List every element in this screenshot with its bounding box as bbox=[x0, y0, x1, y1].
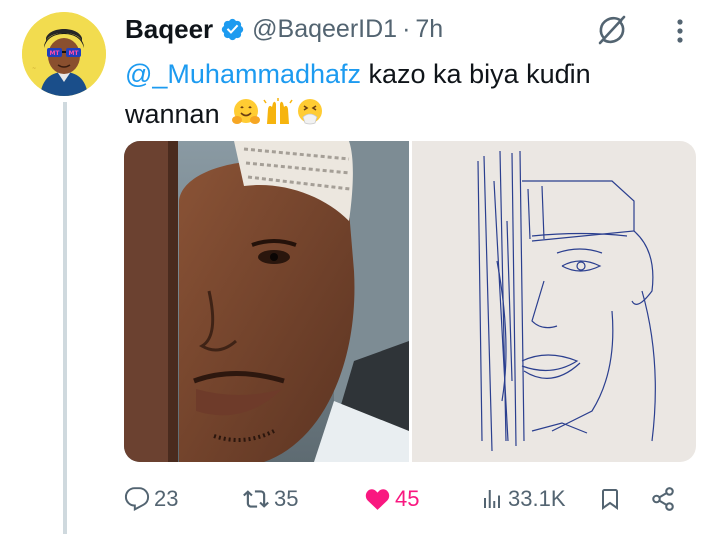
photo-sketch[interactable] bbox=[411, 141, 696, 462]
more-icon[interactable] bbox=[670, 16, 690, 46]
avatar[interactable]: MT MT ~ bbox=[22, 12, 106, 96]
action-bar: 23 35 45 33.1K bbox=[124, 483, 694, 515]
media-grid bbox=[124, 141, 696, 462]
views-button[interactable]: 33.1K bbox=[480, 483, 566, 515]
hugging-face-emoji-icon bbox=[232, 99, 261, 124]
mention-link[interactable]: @_Muhammadhafz bbox=[125, 59, 361, 89]
repost-icon bbox=[242, 486, 270, 512]
author-handle[interactable]: @BaqeerID1 bbox=[252, 15, 397, 44]
reply-icon bbox=[124, 486, 150, 512]
share-button[interactable] bbox=[650, 483, 676, 515]
repost-button[interactable]: 35 bbox=[242, 483, 298, 515]
verified-badge-icon[interactable] bbox=[220, 17, 245, 42]
like-icon bbox=[364, 486, 391, 512]
avatar-badge-right: MT bbox=[68, 50, 79, 57]
bookmark-icon bbox=[598, 486, 622, 512]
sneezing-face-emoji-icon bbox=[298, 99, 323, 125]
like-button[interactable]: 45 bbox=[364, 483, 419, 515]
thread-line bbox=[63, 102, 67, 534]
display-name[interactable]: Baqeer bbox=[125, 14, 213, 45]
emoji-row bbox=[231, 97, 325, 127]
like-count: 45 bbox=[395, 486, 420, 511]
views-count: 33.1K bbox=[508, 486, 566, 511]
raising-hands-emoji-icon bbox=[263, 98, 293, 124]
repost-count: 35 bbox=[274, 486, 299, 511]
share-icon bbox=[650, 486, 676, 512]
tweet[interactable]: MT MT ~ Baqeer @BaqeerID1 · 7h @_Muhamma… bbox=[0, 0, 719, 534]
tweet-text: @_Muhammadhafz kazo ka biya kuɗin wannan bbox=[125, 54, 645, 134]
separator-dot: · bbox=[402, 14, 411, 43]
views-icon bbox=[480, 486, 504, 512]
avatar-badge-left: MT bbox=[49, 50, 60, 57]
reply-button[interactable]: 23 bbox=[124, 483, 178, 515]
photo-face[interactable] bbox=[124, 141, 409, 462]
timestamp[interactable]: 7h bbox=[415, 15, 443, 44]
svg-text:~: ~ bbox=[32, 66, 36, 72]
bookmark-button[interactable] bbox=[598, 483, 622, 515]
tweet-header: Baqeer @BaqeerID1 · 7h bbox=[125, 12, 443, 46]
reply-count: 23 bbox=[154, 486, 179, 511]
grok-icon[interactable] bbox=[596, 14, 628, 46]
